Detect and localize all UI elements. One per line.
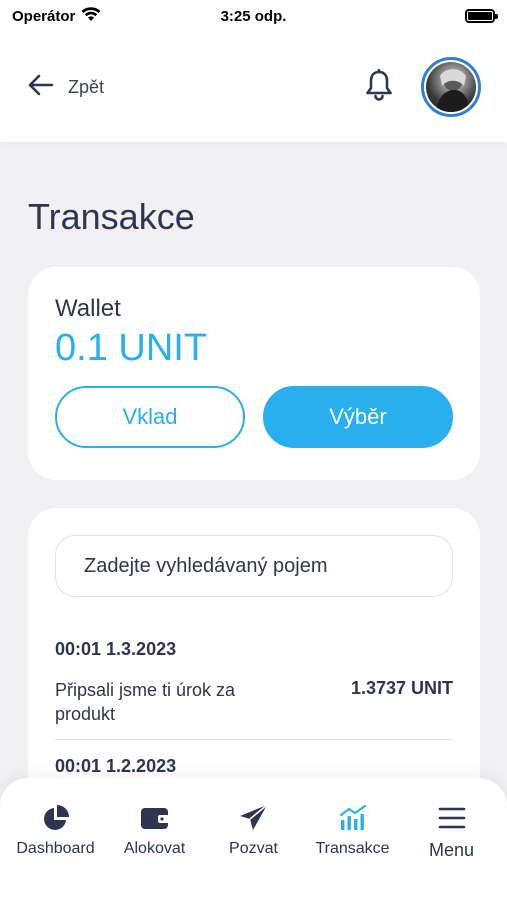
nav-item-pozvat[interactable]: Pozvat [206, 802, 302, 900]
page-title: Transakce [28, 196, 195, 237]
wallet-balance: 0.1 UNIT [55, 327, 208, 369]
paper-plane-icon [238, 802, 270, 834]
back-button[interactable]: Zpět [28, 74, 104, 101]
transaction-item[interactable]: 00:01 1.3.2023 Připsali jsme ti úrok za … [55, 597, 453, 740]
wallet-card: Wallet 0.1 UNIT Vklad Výběr [28, 267, 480, 480]
avatar[interactable] [421, 57, 481, 117]
wallet-icon [139, 802, 171, 834]
transaction-row: Připsali jsme ti úrok za produkt 1.3737 … [55, 678, 453, 726]
hamburger-icon [436, 802, 468, 834]
transaction-datetime: 00:01 1.2.2023 [55, 756, 177, 776]
back-label: Zpět [68, 76, 105, 97]
nav-label: Transakce [315, 840, 390, 857]
avatar-image [426, 62, 476, 112]
withdraw-button[interactable]: Výběr [263, 386, 453, 448]
nav-item-dashboard[interactable]: Dashboard [8, 802, 104, 900]
status-bar: Operátor 3:25 odp. [0, 0, 507, 32]
notifications-button[interactable] [363, 68, 395, 106]
search-input[interactable] [84, 554, 424, 578]
carrier-label: Operátor [12, 7, 76, 25]
nav-label: Alokovat [123, 840, 186, 857]
nav-label: Pozvat [229, 840, 278, 857]
nav-item-alokovat[interactable]: Alokovat [107, 802, 203, 900]
transaction-datetime: 00:01 1.3.2023 [55, 639, 177, 659]
transaction-amount: 1.3737 UNIT [350, 678, 453, 698]
battery-icon [465, 9, 498, 23]
status-left: Operátor [12, 6, 101, 26]
search-field[interactable] [55, 535, 453, 597]
transaction-item[interactable]: 00:01 1.2.2023 [55, 740, 453, 777]
arrow-left-icon [28, 74, 54, 101]
nav-item-transakce[interactable]: Transakce [305, 802, 401, 900]
topbar-actions [363, 57, 481, 117]
bar-chart-icon [337, 802, 369, 834]
nav-label: Dashboard [16, 840, 95, 857]
top-bar: Zpět [0, 32, 507, 142]
wifi-icon [81, 6, 101, 26]
nav-item-menu[interactable]: Menu [404, 802, 500, 900]
bottom-nav: Dashboard Alokovat Pozvat Transakce Menu [0, 778, 507, 900]
nav-label: Menu [428, 840, 475, 860]
transaction-description: Připsali jsme ti úrok za produkt [55, 680, 236, 724]
bell-icon [364, 68, 394, 106]
deposit-button[interactable]: Vklad [55, 386, 245, 448]
pie-chart-icon [40, 802, 72, 834]
wallet-actions: Vklad Výběr [55, 386, 453, 448]
wallet-label: Wallet [55, 295, 121, 322]
